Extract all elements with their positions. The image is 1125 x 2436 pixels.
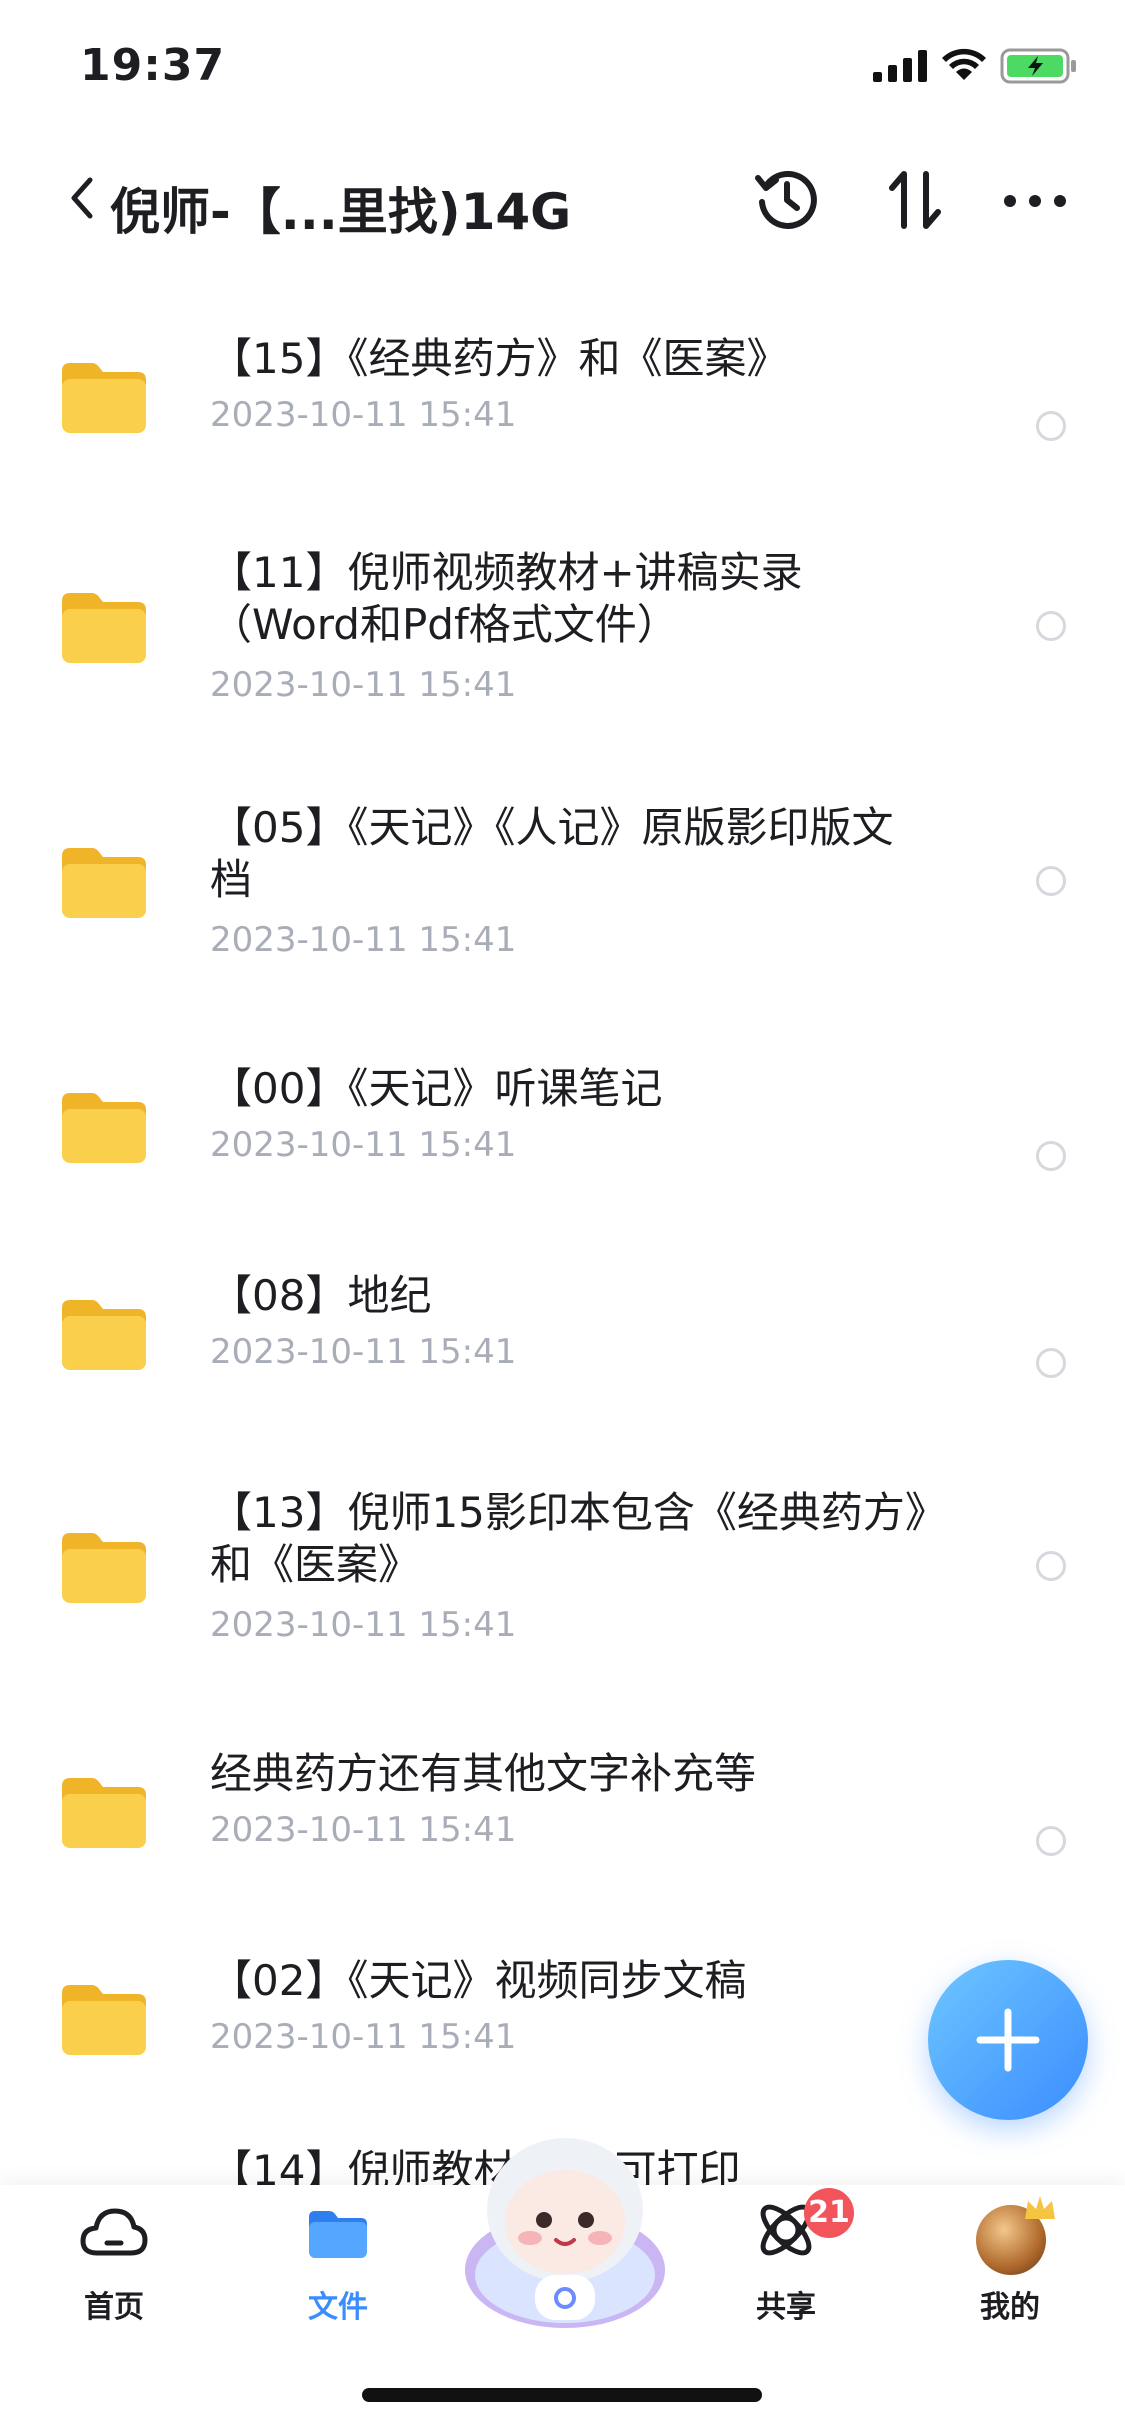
file-name: 【08】地纪	[210, 1271, 432, 1320]
file-list: 【15】《经典药方》和《医案》 2023-10-11 15:41 【11】倪师视…	[0, 275, 1125, 2195]
plus-icon	[976, 2008, 1040, 2072]
file-date: 2023-10-11 15:41	[210, 1332, 517, 1372]
folder-icon	[62, 593, 146, 663]
select-checkbox[interactable]	[1036, 611, 1066, 641]
share-badge: 21	[804, 2188, 854, 2238]
status-bar: 19:37	[0, 0, 1125, 140]
tab-share-label: 共享	[756, 2290, 816, 2325]
mascot-assistant-button[interactable]	[460, 2130, 670, 2330]
file-name: 经典药方还有其他文字补充等	[210, 1749, 757, 1798]
file-name: 【11】倪师视频教材+讲稿实录（Word和Pdf格式文件）	[210, 548, 803, 649]
list-item[interactable]: 【15】《经典药方》和《医案》 2023-10-11 15:41	[0, 315, 1125, 505]
folder-icon	[309, 2211, 367, 2258]
folder-icon	[62, 363, 146, 433]
file-date: 2023-10-11 15:41	[210, 1605, 517, 1645]
file-date: 2023-10-11 15:41	[210, 665, 517, 705]
tab-me[interactable]: 我的	[940, 2185, 1080, 2335]
more-icon[interactable]	[1000, 166, 1070, 236]
folder-icon	[62, 848, 146, 918]
page-title: 倪师-【...里找)14G	[110, 183, 572, 241]
wifi-icon	[942, 48, 986, 80]
add-button[interactable]	[928, 1960, 1088, 2120]
file-date: 2023-10-11 15:41	[210, 1125, 517, 1165]
list-item[interactable]: 【05】《天记》《人记》原版影印版文档 2023-10-11 15:41	[0, 780, 1125, 1010]
file-date: 2023-10-11 15:41	[210, 1810, 517, 1850]
file-name: 【13】倪师15影印本包含《经典药方》和《医案》	[210, 1488, 926, 1589]
select-checkbox[interactable]	[1036, 1826, 1066, 1856]
select-checkbox[interactable]	[1036, 1551, 1066, 1581]
back-icon[interactable]	[62, 168, 102, 228]
select-checkbox[interactable]	[1036, 1348, 1066, 1378]
cloud-icon	[80, 2208, 148, 2256]
history-icon[interactable]	[752, 164, 822, 234]
folder-icon	[62, 1778, 146, 1848]
tab-me-label: 我的	[980, 2290, 1040, 2325]
folder-icon	[62, 1300, 146, 1370]
home-indicator	[362, 2388, 762, 2402]
folder-icon	[62, 1985, 146, 2055]
select-checkbox[interactable]	[1036, 866, 1066, 896]
file-date: 2023-10-11 15:41	[210, 2017, 517, 2057]
tab-home-label: 首页	[84, 2290, 144, 2325]
nav-bar: 倪师-【...里找)14G	[0, 150, 1125, 260]
status-time: 19:37	[80, 40, 226, 91]
select-checkbox[interactable]	[1036, 1141, 1066, 1171]
file-name: 【05】《天记》《人记》原版影印版文档	[210, 803, 894, 904]
file-date: 2023-10-11 15:41	[210, 920, 517, 960]
crown-icon	[1025, 2196, 1055, 2219]
list-item[interactable]: 经典药方还有其他文字补充等 2023-10-11 15:41	[0, 1730, 1125, 1920]
folder-icon	[62, 1093, 146, 1163]
folder-icon	[62, 1533, 146, 1603]
battery-icon	[1000, 48, 1076, 84]
file-name: 【15】《经典药方》和《医案》	[210, 334, 789, 383]
sort-icon[interactable]	[880, 166, 950, 236]
select-checkbox[interactable]	[1036, 411, 1066, 441]
tab-home[interactable]: 首页	[44, 2185, 184, 2335]
tab-share[interactable]: 21 共享	[716, 2185, 856, 2335]
list-item[interactable]: 【11】倪师视频教材+讲稿实录（Word和Pdf格式文件） 2023-10-11…	[0, 525, 1125, 755]
tab-files-label: 文件	[308, 2290, 368, 2325]
list-item[interactable]: 【13】倪师15影印本包含《经典药方》和《医案》 2023-10-11 15:4…	[0, 1465, 1125, 1695]
list-item[interactable]: 【08】地纪 2023-10-11 15:41	[0, 1252, 1125, 1442]
signal-icon	[873, 50, 927, 82]
file-name: 【00】《天记》听课笔记	[210, 1064, 663, 1113]
file-date: 2023-10-11 15:41	[210, 395, 517, 435]
file-name: 【02】《天记》视频同步文稿	[210, 1956, 747, 2005]
list-item[interactable]: 【00】《天记》听课笔记 2023-10-11 15:41	[0, 1045, 1125, 1235]
tab-files[interactable]: 文件	[268, 2185, 408, 2335]
